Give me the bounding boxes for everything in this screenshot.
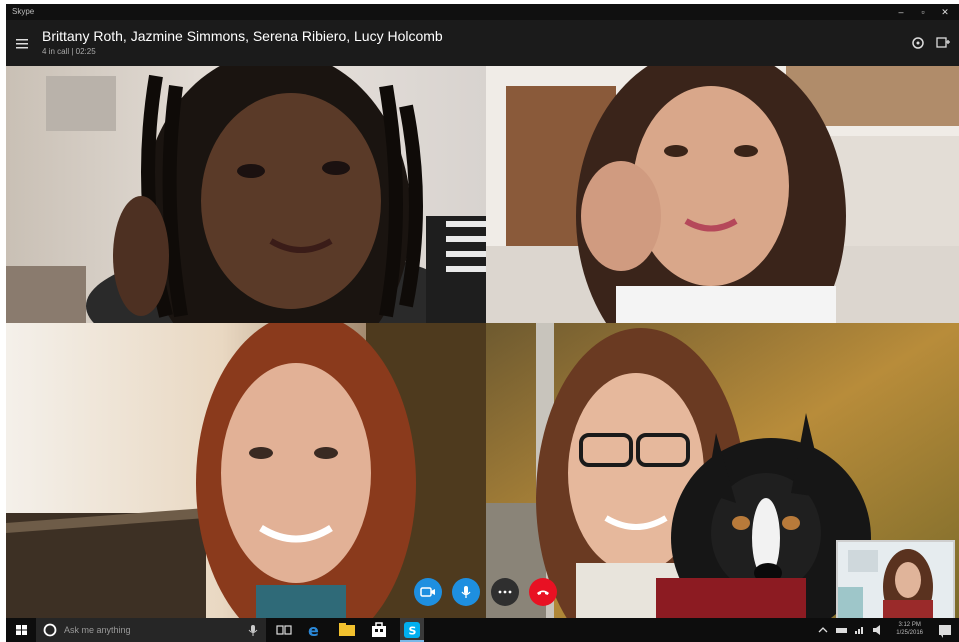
microphone-icon[interactable] xyxy=(246,623,260,637)
volume-icon[interactable] xyxy=(870,618,886,642)
network-icon[interactable] xyxy=(852,618,868,642)
task-view-icon[interactable] xyxy=(274,618,294,642)
minimize-icon[interactable]: – xyxy=(894,6,908,18)
action-center-icon[interactable] xyxy=(936,618,954,642)
battery-icon[interactable] xyxy=(834,618,850,642)
cortana-icon xyxy=(43,623,57,637)
add-participant-icon[interactable] xyxy=(934,34,952,52)
skype-window: Skype – ▫ ✕ Brittany Roth, Jazmine Simmo… xyxy=(0,0,959,642)
video-camera-icon xyxy=(420,587,435,597)
clock-date: 1/25/2016 xyxy=(896,630,923,636)
mute-button[interactable] xyxy=(452,578,480,606)
self-view-preview[interactable] xyxy=(836,540,955,620)
more-options-button[interactable] xyxy=(491,578,519,606)
windows-start-icon[interactable] xyxy=(12,618,32,642)
end-call-icon xyxy=(537,590,549,595)
file-explorer-icon[interactable] xyxy=(336,618,358,642)
video-tile-participant-2[interactable] xyxy=(486,66,959,323)
taskbar-clock[interactable]: 3:12 PM 1/25/2016 xyxy=(896,621,923,637)
call-title: Brittany Roth, Jazmine Simmons, Serena R… xyxy=(42,28,443,44)
video-tile-participant-1[interactable] xyxy=(6,66,486,323)
call-header: Brittany Roth, Jazmine Simmons, Serena R… xyxy=(6,20,959,66)
windows-taskbar: Ask me anything e S 3:12 PM 1/25/2016 xyxy=(6,618,959,642)
window-title-bar: Skype – ▫ ✕ xyxy=(6,4,959,20)
video-tile-participant-3[interactable] xyxy=(6,323,486,618)
app-name: Skype xyxy=(12,7,35,16)
video-toggle-button[interactable] xyxy=(414,578,442,606)
call-status: 4 in call | 02:25 xyxy=(42,47,96,56)
close-icon[interactable]: ✕ xyxy=(938,6,952,18)
dial-pad-icon[interactable] xyxy=(909,34,927,52)
microphone-icon xyxy=(461,586,471,598)
edge-browser-icon[interactable]: e xyxy=(304,618,326,642)
participant-video xyxy=(486,66,959,323)
taskbar-search-box[interactable]: Ask me anything xyxy=(36,618,266,642)
chevron-up-icon[interactable] xyxy=(816,618,830,642)
hamburger-icon[interactable] xyxy=(16,38,30,50)
participant-video xyxy=(6,323,486,618)
clock-time: 3:12 PM xyxy=(898,622,921,628)
maximize-icon[interactable]: ▫ xyxy=(916,6,930,18)
svg-text:S: S xyxy=(409,625,417,638)
svg-text:e: e xyxy=(308,621,319,640)
search-placeholder: Ask me anything xyxy=(64,625,131,635)
self-video xyxy=(838,542,953,618)
skype-taskbar-icon[interactable]: S xyxy=(400,618,424,642)
end-call-button[interactable] xyxy=(529,578,557,606)
more-options-icon xyxy=(498,590,512,594)
store-icon[interactable] xyxy=(368,618,390,642)
participant-video xyxy=(6,66,486,323)
